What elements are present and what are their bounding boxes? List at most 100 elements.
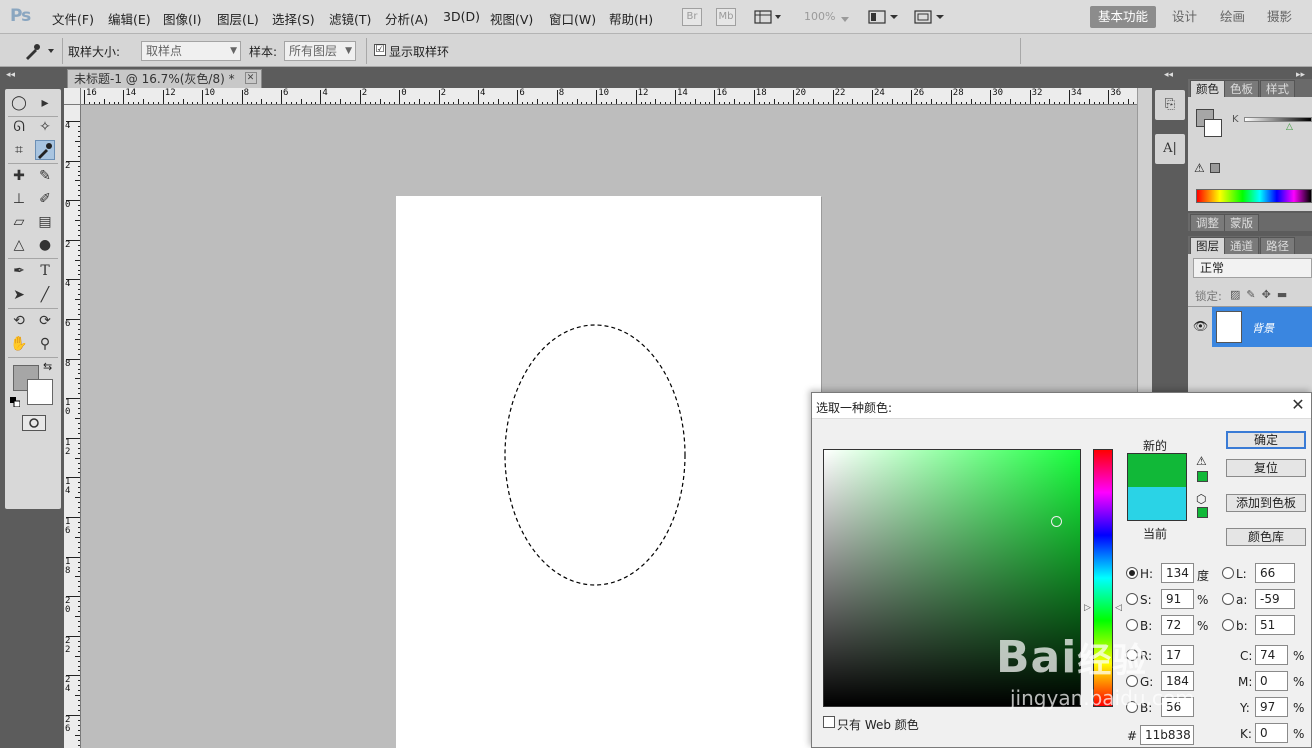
b-input[interactable]: 72 <box>1161 615 1194 635</box>
m-input[interactable]: 0 <box>1255 671 1288 691</box>
web-safe-swatch[interactable] <box>1197 507 1208 518</box>
zoom-tool-icon[interactable]: ⚲ <box>35 334 55 354</box>
menu-edit[interactable]: 编辑(E) <box>108 9 151 28</box>
radio-l[interactable] <box>1222 567 1234 579</box>
dodge-tool-icon[interactable]: ● <box>35 235 55 255</box>
y-input[interactable]: 97 <box>1255 697 1288 717</box>
ruler-origin[interactable] <box>64 88 81 105</box>
tab-styles[interactable]: 样式 <box>1260 80 1295 97</box>
close-icon[interactable]: ✕ <box>1289 395 1307 415</box>
path-selection-tool-icon[interactable]: ➤ <box>9 285 29 305</box>
ok-button[interactable]: 确定 <box>1226 431 1306 449</box>
tab-channels[interactable]: 通道 <box>1224 237 1259 254</box>
3d-orbit-tool-icon[interactable]: ⟳ <box>35 311 55 331</box>
expand-icon[interactable]: ◂◂ <box>1164 70 1173 80</box>
lasso-tool-icon[interactable]: ᘏ <box>9 117 29 137</box>
r-input[interactable]: 17 <box>1161 645 1194 665</box>
screen-mode-icon[interactable] <box>914 9 946 25</box>
reset-button[interactable]: 复位 <box>1226 459 1306 477</box>
workspace-painting[interactable]: 绘画 <box>1212 6 1253 28</box>
type-tool-icon[interactable]: T <box>35 261 55 281</box>
slider-handle-icon[interactable]: △ <box>1286 122 1293 132</box>
history-panel-icon[interactable]: ⎘ <box>1155 90 1185 120</box>
pen-tool-icon[interactable]: ✒ <box>9 261 29 281</box>
gamut-swatch[interactable] <box>1210 163 1220 173</box>
radio-lab-b[interactable] <box>1222 619 1234 631</box>
move-tool-icon[interactable]: ▸ <box>35 93 55 113</box>
crop-tool-icon[interactable]: ⌗ <box>9 140 29 160</box>
elliptical-selection[interactable] <box>500 320 690 590</box>
lab-b-input[interactable]: 51 <box>1255 615 1295 635</box>
character-panel-icon[interactable]: A| <box>1155 134 1185 164</box>
menu-filter[interactable]: 滤镜(T) <box>329 9 371 28</box>
web-only-label[interactable]: 只有 Web 颜色 <box>837 716 919 733</box>
blur-tool-icon[interactable]: △ <box>9 235 29 255</box>
marquee-tool-icon[interactable]: ◯ <box>9 93 29 113</box>
zoom-level[interactable]: 100% <box>804 10 835 23</box>
menu-select[interactable]: 选择(S) <box>272 9 315 28</box>
tab-swatches[interactable]: 色板 <box>1224 80 1259 97</box>
gamut-correction-swatch[interactable] <box>1197 471 1208 482</box>
a-input[interactable]: -59 <box>1255 589 1295 609</box>
tab-paths[interactable]: 路径 <box>1260 237 1295 254</box>
radio-s[interactable] <box>1126 593 1138 605</box>
k-input[interactable]: 0 <box>1255 723 1288 743</box>
panel-background-swatch[interactable] <box>1204 119 1222 137</box>
l-input[interactable]: 66 <box>1255 563 1295 583</box>
minibridge-button[interactable]: Mb <box>716 8 736 26</box>
color-picker-marker[interactable] <box>1051 516 1062 527</box>
tab-masks[interactable]: 蒙版 <box>1224 214 1259 231</box>
tab-layers[interactable]: 图层 <box>1190 237 1225 254</box>
line-tool-icon[interactable]: ╱ <box>35 285 55 305</box>
layer-row[interactable]: 👁 背景 <box>1188 307 1312 347</box>
show-ring-label[interactable]: 显示取样环 <box>389 43 449 60</box>
menu-3d[interactable]: 3D(D) <box>443 9 480 24</box>
gradient-tool-icon[interactable]: ▤ <box>35 212 55 232</box>
healing-brush-tool-icon[interactable]: ✚ <box>9 166 29 186</box>
sample-size-select[interactable]: 取样点 ▼ <box>141 41 241 61</box>
default-colors-icon[interactable] <box>10 396 21 408</box>
current-color-swatch[interactable] <box>1127 487 1187 521</box>
h-input[interactable]: 134 <box>1161 563 1194 583</box>
clone-stamp-tool-icon[interactable]: ⊥ <box>9 189 29 209</box>
tab-color[interactable]: 颜色 <box>1190 80 1225 97</box>
s-input[interactable]: 91 <box>1161 589 1194 609</box>
collapse-icon[interactable]: ◂◂ <box>6 70 18 80</box>
quick-selection-tool-icon[interactable]: ✧ <box>35 117 55 137</box>
hand-tool-icon[interactable]: ✋ <box>9 334 29 354</box>
add-to-swatches-button[interactable]: 添加到色板 <box>1226 494 1306 512</box>
blend-mode-select[interactable]: 正常 <box>1193 258 1312 278</box>
menu-window[interactable]: 窗口(W) <box>549 9 596 28</box>
eyedropper-tool-preset-icon[interactable] <box>22 41 56 61</box>
sample-select[interactable]: 所有图层 ▼ <box>284 41 356 61</box>
color-libraries-button[interactable]: 颜色库 <box>1226 528 1306 546</box>
hue-handle-right-icon[interactable]: ◁ <box>1115 603 1122 613</box>
hex-input[interactable]: 11b838 <box>1140 725 1194 745</box>
workspace-essentials[interactable]: 基本功能 <box>1090 6 1157 28</box>
web-safe-cube-icon[interactable]: ⬡ <box>1196 492 1206 506</box>
close-icon[interactable]: ✕ <box>244 72 257 84</box>
view-extras-icon[interactable] <box>754 9 782 25</box>
show-ring-checkbox[interactable]: ☑ <box>374 44 386 56</box>
layer-name[interactable]: 背景 <box>1252 320 1274 336</box>
tab-adjustments[interactable]: 调整 <box>1190 214 1225 231</box>
out-of-gamut-warning-icon[interactable]: ⚠ <box>1196 454 1207 468</box>
history-brush-tool-icon[interactable]: ✐ <box>35 189 55 209</box>
chevron-down-icon[interactable] <box>840 13 850 22</box>
radio-a[interactable] <box>1222 593 1234 605</box>
lock-icons[interactable]: ▨✎✥▬ <box>1230 288 1293 301</box>
menu-help[interactable]: 帮助(H) <box>609 9 653 28</box>
menu-file[interactable]: 文件(F) <box>52 9 94 28</box>
menu-analysis[interactable]: 分析(A) <box>385 9 428 28</box>
c-input[interactable]: 74 <box>1255 645 1288 665</box>
eraser-tool-icon[interactable]: ▱ <box>9 212 29 232</box>
bridge-button[interactable]: Br <box>682 8 702 26</box>
swap-colors-icon[interactable]: ⇆ <box>43 361 55 373</box>
brush-tool-icon[interactable]: ✎ <box>35 166 55 186</box>
menu-layer[interactable]: 图层(L) <box>217 9 259 28</box>
eyedropper-tool-icon[interactable] <box>35 140 55 160</box>
arrange-documents-icon[interactable] <box>868 9 900 25</box>
background-color-swatch[interactable] <box>27 379 53 405</box>
color-ramp[interactable] <box>1196 189 1312 203</box>
hue-handle-left-icon[interactable]: ▷ <box>1084 603 1091 613</box>
